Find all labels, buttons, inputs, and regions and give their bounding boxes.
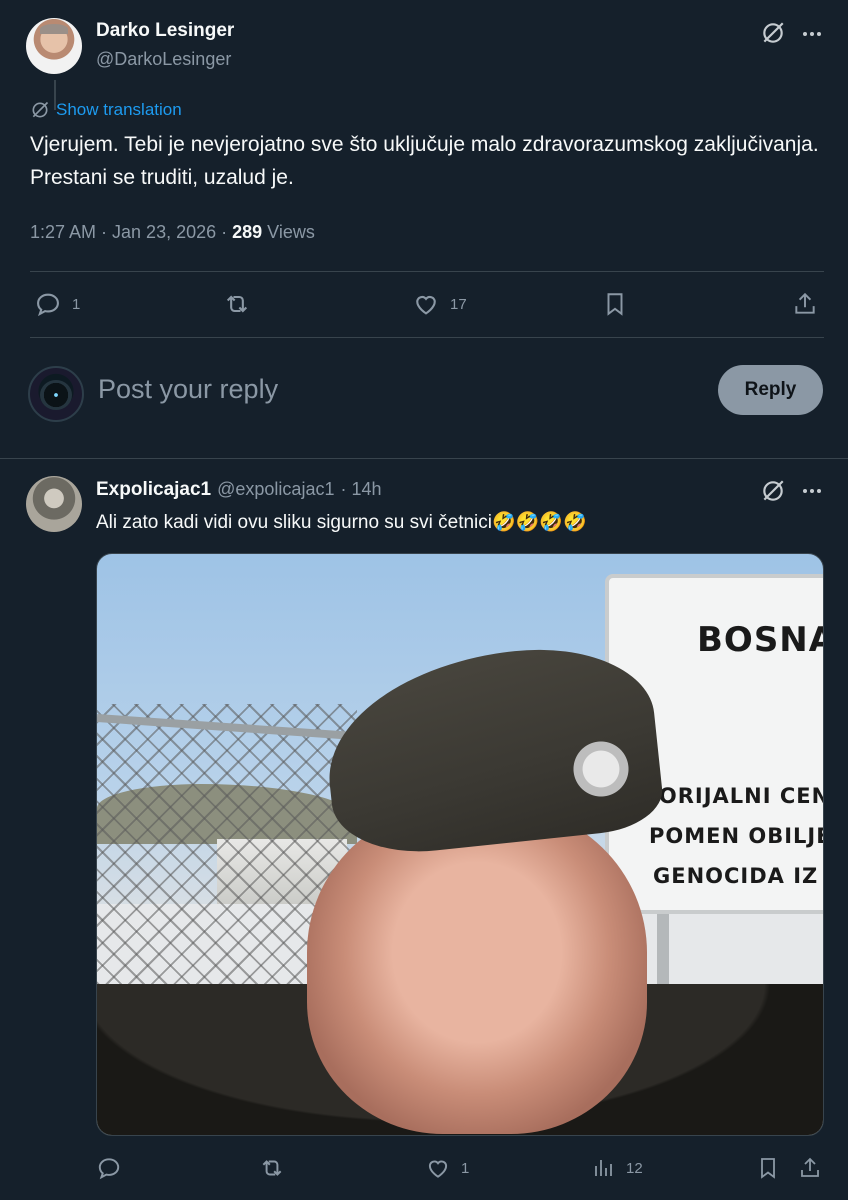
avatar-darko[interactable]: [26, 18, 82, 74]
retweet-icon: [226, 295, 248, 313]
bookmark-icon: [607, 293, 623, 316]
more-icon[interactable]: [800, 22, 824, 46]
post-image[interactable]: BOSNA MORIJALNI CENT POMEN OBILJEŽ GENOC…: [96, 553, 824, 1136]
views-label: Views: [262, 222, 315, 242]
grok-icon[interactable]: [760, 20, 786, 46]
sign-title: BOSNA: [697, 620, 824, 660]
share-icon: [801, 1157, 819, 1177]
post-age[interactable]: · 14h: [340, 479, 381, 500]
divider: [0, 458, 848, 459]
like-count: 1: [461, 1159, 470, 1177]
sign-line-2: POMEN OBILJEŽ: [649, 824, 823, 848]
reply-icon: [37, 293, 59, 317]
bookmark-icon: [761, 1158, 775, 1179]
show-translation-link[interactable]: Show translation: [30, 100, 182, 120]
post-time[interactable]: 1:27 AM · Jan 23, 2026 ·: [30, 222, 232, 242]
divider: [30, 271, 824, 272]
like-button[interactable]: 17: [412, 290, 467, 318]
share-button[interactable]: [798, 1155, 822, 1181]
author-name[interactable]: Darko Lesinger: [96, 20, 234, 42]
reply-button[interactable]: [96, 1155, 122, 1181]
views-button[interactable]: 12: [592, 1155, 643, 1181]
views-count: 12: [626, 1159, 643, 1177]
views-icon: [595, 1160, 612, 1176]
show-translation-label: Show translation: [56, 100, 182, 119]
author-name[interactable]: Expolicajac1: [96, 479, 211, 501]
post-text: Ali zato kadi vidi ovu sliku sigurno su …: [96, 512, 587, 533]
current-user-avatar[interactable]: [28, 366, 84, 422]
divider: [30, 337, 824, 338]
like-button[interactable]: 1: [425, 1155, 469, 1181]
bookmark-button[interactable]: [602, 290, 628, 318]
reply-count: 1: [72, 295, 81, 313]
reply-submit-button[interactable]: Reply: [718, 365, 823, 415]
avatar-expolicajac[interactable]: [26, 476, 82, 532]
share-button[interactable]: [792, 290, 818, 318]
post-meta: 1:27 AM · Jan 23, 2026 · 289 Views: [30, 222, 315, 243]
author-handle[interactable]: @DarkoLesinger: [96, 49, 231, 70]
bookmark-button[interactable]: [756, 1155, 780, 1181]
retweet-icon: [262, 1160, 282, 1176]
post2-header: Expolicajac1 @expolicajac1 · 14h: [96, 479, 382, 501]
image-face: [307, 804, 647, 1134]
like-icon: [416, 295, 436, 315]
reply-icon: [98, 1158, 120, 1180]
like-icon: [428, 1160, 448, 1178]
author-handle[interactable]: @expolicajac1: [217, 479, 334, 500]
share-icon: [795, 292, 815, 314]
post-text: Vjerujem. Tebi je nevjerojatno sve što u…: [30, 133, 819, 189]
translate-icon: [32, 101, 49, 118]
grok-icon[interactable]: [760, 478, 786, 504]
reply-input[interactable]: Post your reply: [98, 374, 278, 405]
sign-line-1: MORIJALNI CENT: [637, 784, 823, 808]
views-count: 289: [232, 222, 263, 242]
reply-button[interactable]: 1: [34, 290, 80, 318]
image-cap-badge: [572, 734, 630, 804]
more-icon[interactable]: [800, 479, 824, 503]
sign-line-3: GENOCIDA IZ 19: [653, 864, 823, 888]
retweet-button[interactable]: [222, 290, 252, 318]
like-count: 17: [450, 295, 467, 313]
retweet-button[interactable]: [258, 1155, 286, 1181]
